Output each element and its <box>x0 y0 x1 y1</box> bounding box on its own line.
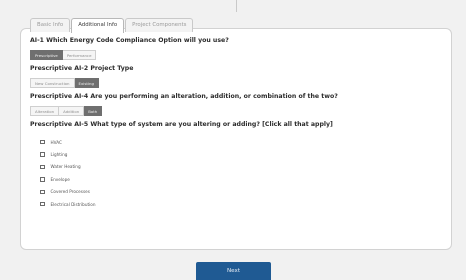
check-row-covered-processes[interactable]: Covered Processes <box>40 186 445 198</box>
check-label: HVAC <box>50 139 62 145</box>
alteration-type-toggle: Alteration Addition Both <box>30 106 445 116</box>
project-type-toggle: New Construction Existing <box>30 78 445 88</box>
question-ai1: AI-1 Which Energy Code Compliance Option… <box>30 37 229 44</box>
prescriptive-option-button[interactable]: Prescriptive <box>30 50 63 60</box>
next-button[interactable]: Next <box>196 262 271 280</box>
tab-additional-info[interactable]: Additional Info <box>71 18 125 33</box>
tab-bar: Basic Info Additional Info Project Compo… <box>30 18 194 33</box>
check-label: Envelope <box>50 176 70 182</box>
checkbox[interactable] <box>40 164 45 170</box>
check-label: Electrical Distribution <box>50 201 96 207</box>
check-row-electrical-distribution[interactable]: Electrical Distribution <box>40 198 445 210</box>
alteration-button[interactable]: Alteration <box>30 106 60 116</box>
checkbox[interactable] <box>40 189 45 194</box>
check-row-water-heating[interactable]: Water Heating <box>40 161 445 173</box>
check-label: Water Heating <box>50 164 81 170</box>
compliance-option-toggle: Prescriptive Performance <box>30 50 445 60</box>
existing-button[interactable]: Existing <box>74 78 99 88</box>
question-ai2: Prescriptive AI-2 Project Type <box>30 65 134 72</box>
tab-project-components[interactable]: Project Components <box>125 18 194 32</box>
new-construction-button[interactable]: New Construction <box>30 78 75 88</box>
check-row-lighting[interactable]: Lighting <box>40 148 445 160</box>
both-button[interactable]: Both <box>84 106 103 116</box>
top-divider <box>236 0 237 12</box>
question-ai4: Prescriptive AI-4 Are you performing an … <box>30 93 338 100</box>
check-label: Lighting <box>50 152 68 158</box>
checkbox[interactable] <box>40 201 45 207</box>
performance-option-button[interactable]: Performance <box>62 50 97 60</box>
addition-button[interactable]: Addition <box>59 106 85 116</box>
system-type-checklist: HVAC Lighting Water Heating Envelope Cov… <box>40 136 445 210</box>
tab-basic-info[interactable]: Basic Info <box>30 18 71 32</box>
checkbox[interactable] <box>40 139 45 145</box>
check-row-envelope[interactable]: Envelope <box>40 173 445 185</box>
question-ai5: Prescriptive AI-5 What type of system ar… <box>30 121 333 128</box>
checkbox[interactable] <box>40 152 45 157</box>
check-row-hvac[interactable]: HVAC <box>40 136 445 148</box>
checkbox[interactable] <box>40 177 45 182</box>
form-content: AI-1 Which Energy Code Compliance Option… <box>30 36 445 210</box>
check-label: Covered Processes <box>50 189 90 195</box>
